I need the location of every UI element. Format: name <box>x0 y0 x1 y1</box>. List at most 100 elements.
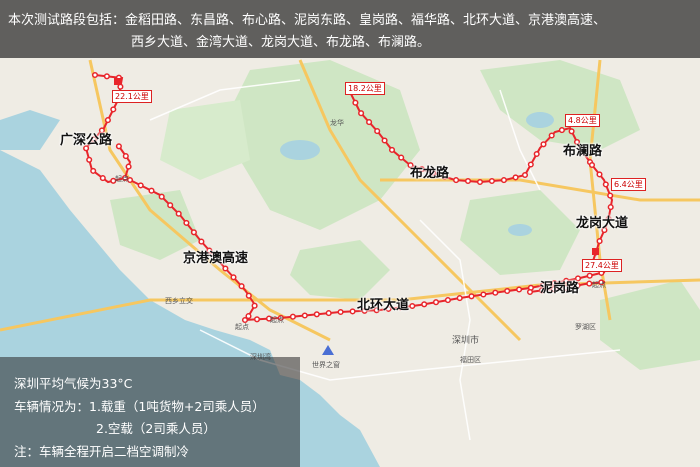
route-node <box>301 312 308 319</box>
reservoir-2 <box>526 112 554 128</box>
route-node <box>381 137 388 144</box>
route-node <box>558 127 565 134</box>
road-label-nigang: 泥岗路 <box>540 281 580 296</box>
route-node <box>90 167 97 174</box>
header-line-2: 西乡大道、金湾大道、龙岗大道、布龙路、布澜路。 <box>131 35 431 50</box>
route-node <box>588 161 596 169</box>
route-node <box>137 182 144 189</box>
road-label-longgang: 龙岗大道 <box>576 216 629 231</box>
road-label-bulan: 布澜路 <box>563 144 603 159</box>
route-node <box>289 313 296 320</box>
route-node <box>175 210 182 217</box>
footer-temperature: 深圳平均气候为33°C <box>14 376 133 391</box>
end-marker-1 <box>114 78 121 85</box>
route-node <box>464 177 472 185</box>
route-node <box>115 143 122 150</box>
route-node <box>148 187 155 194</box>
footer-note: 注：车辆全程开启二档空调制冷 <box>14 444 190 459</box>
route-node <box>238 283 245 290</box>
route-node <box>352 99 359 106</box>
route-node <box>480 291 487 298</box>
route-node <box>183 219 190 226</box>
distance-badge-bulong: 18.2公里 <box>345 82 385 95</box>
route-node <box>230 274 237 281</box>
route-node <box>313 311 320 318</box>
road-label-bulong: 布龙路 <box>410 166 450 181</box>
route-node <box>198 238 205 245</box>
route-node <box>444 297 451 304</box>
place-luohu: 罗湖区 <box>575 323 596 331</box>
route-node <box>245 292 252 299</box>
route-node <box>117 83 124 90</box>
route-node <box>540 141 547 148</box>
route-node <box>468 293 475 300</box>
road-label-guangshen: 广深公路 <box>60 133 113 148</box>
distance-badge-bulan: 4.8公里 <box>565 114 600 127</box>
route-node <box>492 289 499 296</box>
place-futian: 福田区 <box>460 356 481 364</box>
route-node <box>253 316 261 323</box>
place-shenzhen: 深圳市 <box>452 336 480 346</box>
header-line-1: 本次测试路段包括：金稻田路、东昌路、布心路、泥岗东路、皇岗路、福华路、北环大道、… <box>8 13 607 28</box>
route-node <box>366 119 373 126</box>
route-node <box>453 177 460 184</box>
route-node <box>548 132 555 139</box>
route-node <box>122 153 129 160</box>
route-node <box>596 171 603 178</box>
route-node <box>398 154 405 161</box>
place-start-3: 起点 <box>235 323 249 331</box>
distance-badge-guangshen: 22.1公里 <box>112 90 152 103</box>
end-marker-2 <box>592 248 599 255</box>
route-node <box>349 308 356 315</box>
place-start-1: 起点 <box>115 175 129 183</box>
route-node <box>533 150 540 158</box>
route-node <box>456 295 463 302</box>
route-node <box>158 193 165 200</box>
place-xixiang: 西乡立交 <box>165 297 193 305</box>
footer-overlay: 深圳平均气候为33°C 车辆情况为：1.载重（1吨货物+2司乘人员） 2.空载（… <box>0 357 300 467</box>
route-node <box>521 171 529 179</box>
route-node <box>500 177 507 184</box>
route-node <box>432 299 440 306</box>
road-label-jinggangao: 京港澳高速 <box>183 251 249 266</box>
route-node <box>190 229 197 236</box>
header-overlay: 本次测试路段包括：金稻田路、东昌路、布心路、泥岗东路、皇岗路、福华路、北环大道、… <box>0 0 700 58</box>
route-node <box>602 181 609 188</box>
route-node <box>512 174 519 181</box>
route-node <box>596 238 603 245</box>
route-node <box>504 287 511 295</box>
route-node <box>586 272 593 279</box>
reservoir-3 <box>508 224 532 236</box>
route-node <box>104 117 111 124</box>
place-window-of-world: 世界之窗 <box>312 361 340 369</box>
reservoir-1 <box>280 140 320 160</box>
route-node <box>251 302 258 309</box>
distance-badge-nigang: 27.4公里 <box>582 259 622 272</box>
route-node <box>607 192 614 199</box>
place-start-2: 起点 <box>270 316 284 324</box>
road-label-beihuan: 北环大道 <box>357 298 410 313</box>
route-node <box>358 110 365 117</box>
route-node <box>167 202 174 209</box>
route-node <box>99 175 106 182</box>
route-node <box>91 71 99 79</box>
route-node <box>488 177 495 185</box>
distance-badge-longgang: 6.4公里 <box>611 178 646 191</box>
route-node <box>222 265 229 272</box>
route-node <box>374 128 381 135</box>
route-node <box>476 178 484 186</box>
route-node <box>527 161 534 168</box>
place-longhua: 龙华 <box>330 119 344 127</box>
route-node <box>607 204 614 211</box>
route-node <box>110 106 117 113</box>
route-node <box>125 163 132 170</box>
route-node <box>388 146 396 153</box>
footer-vehicle-empty: 2.空载（2司乘人员） <box>96 421 216 436</box>
route-node <box>516 286 523 293</box>
route-node <box>568 128 575 135</box>
route-node <box>526 288 534 296</box>
footer-vehicle-loaded: 车辆情况为：1.载重（1吨货物+2司乘人员） <box>14 399 265 414</box>
route-node <box>421 301 428 308</box>
route-node <box>586 280 593 287</box>
place-start-4: 起点 <box>592 281 606 289</box>
